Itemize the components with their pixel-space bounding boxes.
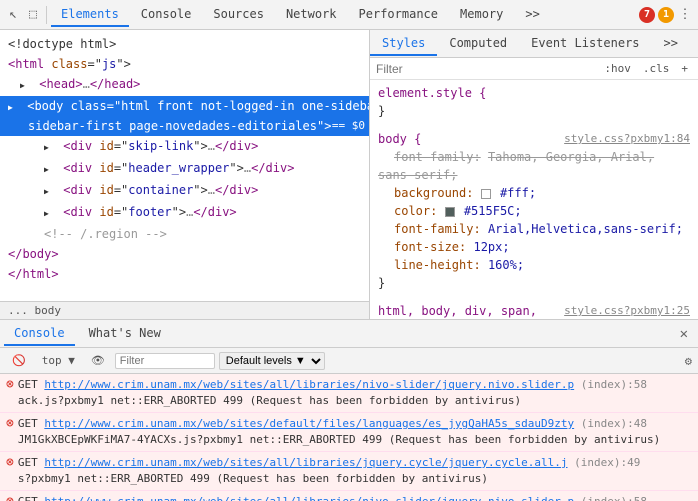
console-tabs-bar: Console What's New ✕: [0, 320, 698, 348]
toolbar-divider: [46, 6, 47, 24]
triangle-footer[interactable]: [44, 203, 56, 223]
css-block-body: body { style.css?pxbmy1:84 font-family: …: [378, 130, 690, 292]
error-icon-1: ⊗: [6, 377, 14, 393]
triangle-head[interactable]: [20, 75, 32, 95]
error-icon-2: ⊗: [6, 416, 14, 432]
css-block-element-style: element.style { }: [378, 84, 690, 120]
html-footer-line[interactable]: <div id="footer">…</div>: [0, 202, 369, 224]
error-text-2: GET http://www.crim.unam.mx/web/sites/de…: [18, 416, 692, 448]
html-body-line[interactable]: <body class="html front not-logged-in on…: [0, 96, 369, 136]
error-text-3: GET http://www.crim.unam.mx/web/sites/al…: [18, 455, 692, 487]
body-triangle[interactable]: [8, 97, 20, 117]
html-html-close-line[interactable]: </html>: [0, 264, 369, 284]
error-text-1: GET http://www.crim.unam.mx/web/sites/al…: [18, 377, 692, 409]
main-split: <!doctype html> <html class="js"> <head>…: [0, 30, 698, 320]
css-block-html-body: html, body, div, span, style.css?pxbmy1:…: [378, 302, 690, 319]
css-selector-html-body: html, body, div, span,: [378, 304, 537, 318]
css-selector-body: body {: [378, 132, 421, 146]
error-link-1[interactable]: http://www.crim.unam.mx/web/sites/all/li…: [44, 378, 574, 391]
styles-filter-bar: :hov .cls +: [370, 58, 698, 80]
error-text-4: GET http://www.crim.unam.mx/web/sites/al…: [18, 494, 692, 501]
tab-console[interactable]: Console: [131, 3, 202, 27]
styles-tabs-bar: Styles Computed Event Listeners >>: [370, 30, 698, 58]
bg-color-swatch[interactable]: [481, 189, 491, 199]
html-header-wrapper-line[interactable]: <div id="header_wrapper">…</div>: [0, 158, 369, 180]
console-error-row-2: ⊗ GET http://www.crim.unam.mx/web/sites/…: [0, 413, 698, 452]
styles-panel: Styles Computed Event Listeners >> :hov …: [370, 30, 698, 319]
error-link-2[interactable]: http://www.crim.unam.mx/web/sites/defaul…: [44, 417, 574, 430]
kebab-menu-icon[interactable]: ⋮: [676, 6, 694, 24]
dollar-zero-badge: == $0: [332, 117, 365, 135]
tab-performance[interactable]: Performance: [349, 3, 448, 27]
error-loc-1[interactable]: (index):58: [581, 378, 647, 391]
triangle-container[interactable]: [44, 181, 56, 201]
html-doctype-line[interactable]: <!doctype html>: [0, 34, 369, 54]
tab-network[interactable]: Network: [276, 3, 347, 27]
console-tab-console[interactable]: Console: [4, 322, 75, 346]
console-error-row-1: ⊗ GET http://www.crim.unam.mx/web/sites/…: [0, 374, 698, 413]
console-levels-select[interactable]: Default levels ▼: [219, 352, 325, 370]
hov-button[interactable]: :hov: [600, 61, 635, 76]
css-source-body[interactable]: style.css?pxbmy1:84: [564, 130, 690, 148]
styles-tab-computed[interactable]: Computed: [437, 32, 519, 56]
elements-content: <!doctype html> <html class="js"> <head>…: [0, 30, 369, 301]
elements-breadcrumb: ... body: [0, 301, 369, 319]
color-swatch[interactable]: [445, 207, 455, 217]
console-error-row-4: ⊗ GET http://www.crim.unam.mx/web/sites/…: [0, 491, 698, 501]
eye-icon[interactable]: 👁: [85, 353, 111, 368]
doctype-text: <!doctype html>: [8, 37, 116, 51]
main-toolbar: ↖ ⬚ Elements Console Sources Network Per…: [0, 0, 698, 30]
styles-tab-event-listeners[interactable]: Event Listeners: [519, 32, 651, 56]
styles-content: element.style { } body { style.css?pxbmy…: [370, 80, 698, 319]
error-icon-4: ⊗: [6, 494, 14, 501]
styles-tab-styles[interactable]: Styles: [370, 32, 437, 56]
styles-filter-input[interactable]: [376, 62, 596, 76]
error-count-badge: 7: [639, 7, 655, 23]
html-skip-link-line[interactable]: <div id="skip-link">…</div>: [0, 136, 369, 158]
console-filter-input[interactable]: [115, 353, 215, 369]
breadcrumb-text: body: [35, 304, 62, 317]
triangle-header[interactable]: [44, 159, 56, 179]
styles-tab-more[interactable]: >>: [652, 32, 690, 56]
error-loc-3[interactable]: (index):49: [574, 456, 640, 469]
error-link-3[interactable]: http://www.crim.unam.mx/web/sites/all/li…: [44, 456, 567, 469]
tab-sources[interactable]: Sources: [203, 3, 274, 27]
html-tag: <html: [8, 57, 51, 71]
error-icon-3: ⊗: [6, 455, 14, 471]
html-root-line[interactable]: <html class="js">: [0, 54, 369, 74]
add-style-button[interactable]: +: [677, 61, 692, 76]
elements-panel: <!doctype html> <html class="js"> <head>…: [0, 30, 370, 319]
console-gear-icon[interactable]: ⚙: [685, 354, 692, 368]
html-body-close-line[interactable]: </body>: [0, 244, 369, 264]
console-area: Console What's New ✕ 🚫 top ▼ 👁 Default l…: [0, 320, 698, 501]
clear-console-button[interactable]: 🚫: [6, 353, 32, 368]
badge-group: 7 1: [639, 7, 674, 23]
cls-button[interactable]: .cls: [639, 61, 674, 76]
console-tab-whats-new[interactable]: What's New: [79, 322, 171, 346]
top-label: top: [42, 354, 62, 367]
css-source-html-body[interactable]: style.css?pxbmy1:25: [564, 302, 690, 319]
html-container-line[interactable]: <div id="container">…</div>: [0, 180, 369, 202]
cursor-icon[interactable]: ↖: [4, 6, 22, 24]
error-loc-4[interactable]: (index):58: [581, 495, 647, 501]
console-content: ⊗ GET http://www.crim.unam.mx/web/sites/…: [0, 374, 698, 501]
tab-elements[interactable]: Elements: [51, 3, 129, 27]
error-loc-2[interactable]: (index):48: [581, 417, 647, 430]
html-comment-line: <!-- /.region -->: [0, 224, 369, 244]
console-close-button[interactable]: ✕: [674, 324, 694, 344]
css-selector-element-style: element.style {: [378, 86, 486, 100]
tab-memory[interactable]: Memory: [450, 3, 513, 27]
tab-more[interactable]: >>: [515, 3, 549, 27]
html-head-line[interactable]: <head>…</head>: [0, 74, 369, 96]
console-inner-toolbar: 🚫 top ▼ 👁 Default levels ▼ ⚙: [0, 348, 698, 374]
inspect-icon[interactable]: ⬚: [24, 6, 42, 24]
console-error-row-3: ⊗ GET http://www.crim.unam.mx/web/sites/…: [0, 452, 698, 491]
console-top-selector[interactable]: top ▼: [36, 353, 81, 368]
triangle-skip[interactable]: [44, 137, 56, 157]
error-link-4[interactable]: http://www.crim.unam.mx/web/sites/all/li…: [44, 495, 574, 501]
warning-count-badge: 1: [658, 7, 674, 23]
